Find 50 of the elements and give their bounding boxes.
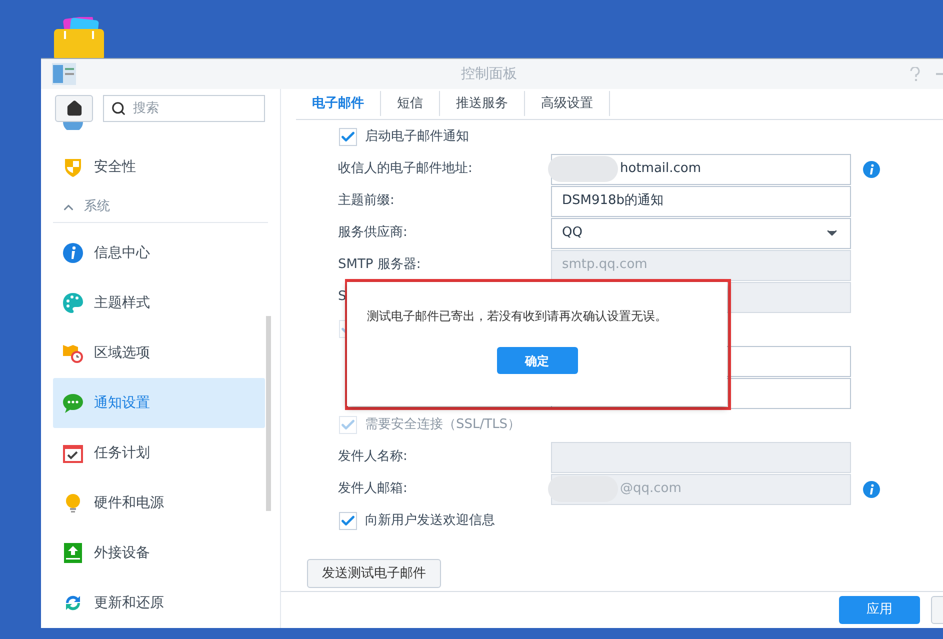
sidebar-item[interactable]: 区域选项 [53,328,265,378]
field-value: smtp.qq.com [562,256,648,274]
search-icon [111,101,126,116]
tab[interactable]: 高级设置 [525,91,610,116]
checkbox-label: 启动电子邮件通知 [365,128,469,146]
map-clock-icon [62,342,84,364]
field-value: @qq.com [620,480,682,498]
info-icon[interactable] [863,160,880,178]
sidebar-item[interactable]: 硬件和电源 [53,478,265,528]
field-label: 发件人名称: [338,449,408,464]
sidebar-item[interactable]: 外接设备 [53,528,265,578]
search-field[interactable]: 搜索 [103,95,265,122]
info-icon [62,242,84,264]
chat-bubble-icon [62,392,84,414]
field-label: 收信人的电子邮件地址: [338,161,472,176]
shield-icon [62,156,84,178]
field-label: 服务供应商: [338,225,408,240]
field-label: SMTP 服务器: [338,257,421,272]
home-icon [66,100,82,117]
tab[interactable]: 电子邮件 [296,91,381,116]
input-field[interactable]: hotmail.com [551,154,851,184]
checkbox[interactable] [339,512,357,530]
field-label: 发件人邮箱: [338,481,408,496]
palette-icon [62,292,84,314]
field-label: S [338,289,346,304]
input-field[interactable]: DSM918b的通知 [551,186,851,216]
scrollbar[interactable] [266,316,271,511]
calendar-icon [62,442,84,464]
checkbox[interactable] [339,128,357,146]
sidebar-item[interactable]: 信息中心 [53,228,265,278]
sidebar-item[interactable]: 任务计划 [53,428,265,478]
tab[interactable]: 推送服务 [440,91,525,116]
section-header[interactable]: 系统 [84,197,110,217]
select-field[interactable]: QQ [551,218,851,248]
sidebar-item[interactable]: 安全性 [53,142,265,192]
control-panel-icon [52,63,76,85]
window-title: 控制面板 [461,64,517,84]
field-value: hotmail.com [620,160,702,178]
checkbox-label: 需要安全连接（SSL/TLS） [365,416,521,434]
upload-box-icon [62,542,84,564]
sidebar-item[interactable]: 主题样式 [53,278,265,328]
tab[interactable]: 短信 [381,91,440,116]
field-value: DSM918b的通知 [562,192,665,210]
home-button[interactable] [55,95,93,122]
field-label: 主题前缀: [338,193,394,208]
dialog-message: 测试电子邮件已寄出，若没有收到请再次确认设置无误。 [367,308,667,325]
field-value: QQ [562,224,584,242]
sidebar-item[interactable]: 更新和还原 [53,578,265,628]
checkbox-label: 向新用户发送欢迎信息 [365,512,495,530]
send-test-email-button[interactable]: 发送测试电子邮件 [307,559,441,588]
